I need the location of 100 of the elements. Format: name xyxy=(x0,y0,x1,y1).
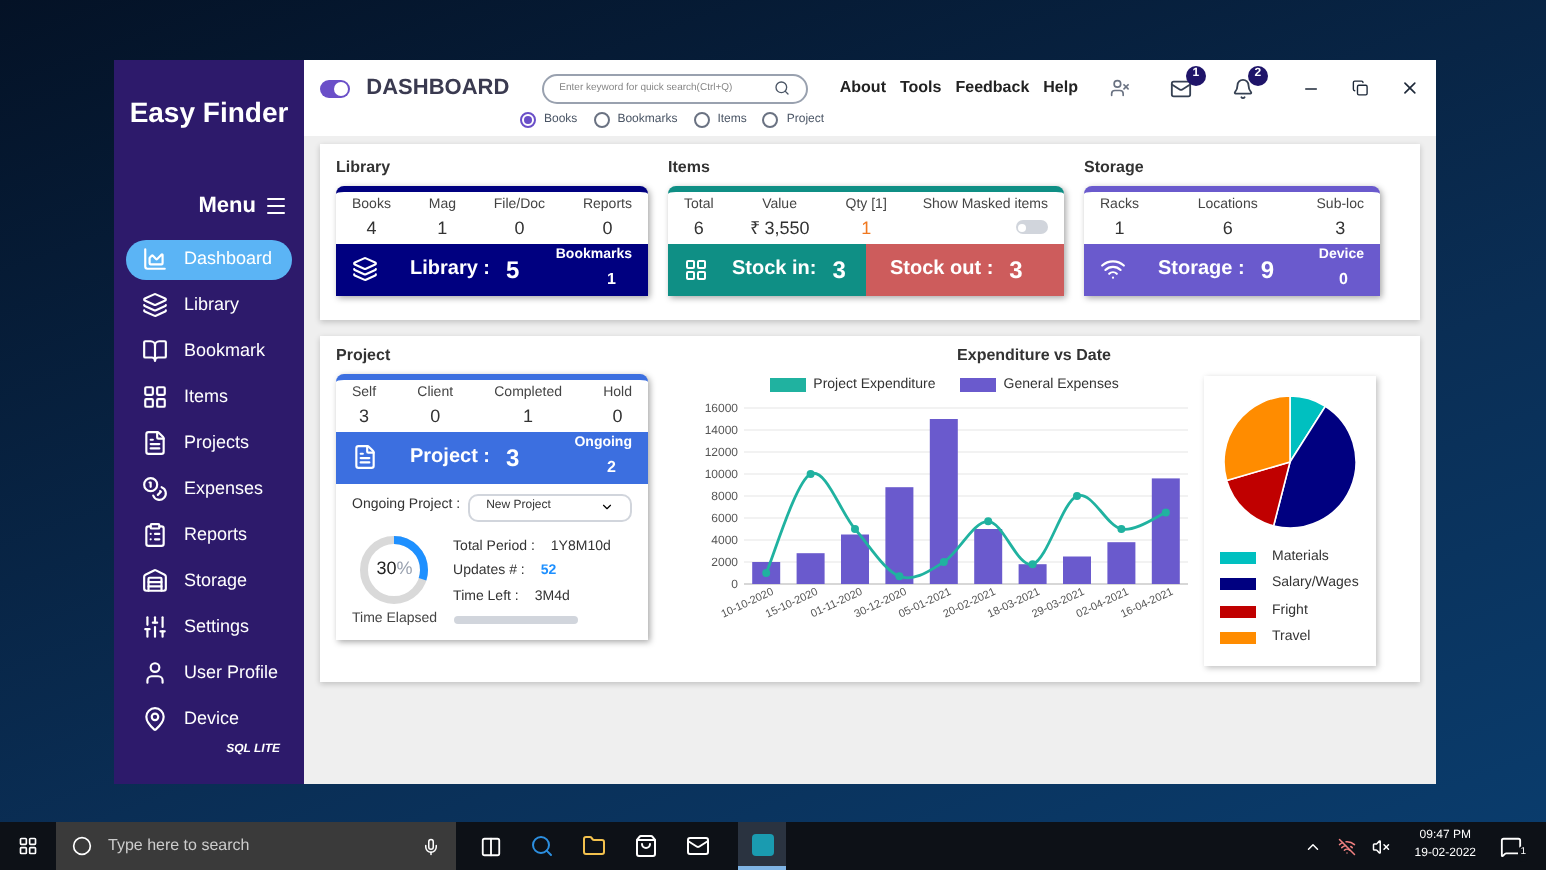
stat-value: 1 xyxy=(861,216,872,242)
stat-value: 0 xyxy=(602,216,613,242)
sidebar-item[interactable]: Device xyxy=(126,699,292,739)
line-point xyxy=(1073,492,1081,500)
summary-icon xyxy=(352,256,378,282)
sidebar-item[interactable]: Settings xyxy=(126,607,292,647)
summary-label: Storage : xyxy=(1158,256,1245,284)
menu-link[interactable]: Feedback xyxy=(955,76,1030,101)
stat-value: 0 xyxy=(612,404,623,430)
search-icon xyxy=(773,80,790,97)
card-title: Project xyxy=(336,343,393,367)
expense-bar xyxy=(796,553,825,584)
stat-value: 4 xyxy=(366,216,377,242)
radio-button[interactable] xyxy=(693,112,710,128)
coins-icon xyxy=(142,476,168,502)
items-icon xyxy=(684,257,708,281)
windows-icon xyxy=(18,836,38,856)
stat-value: 1 xyxy=(1114,216,1125,242)
user-icon xyxy=(142,660,168,686)
expense-bar xyxy=(1107,542,1136,584)
network-icon[interactable] xyxy=(1338,837,1357,855)
stat-value: 3 xyxy=(1335,216,1346,242)
taskbar-search-input[interactable]: Type here to search xyxy=(108,834,406,858)
expense-bar xyxy=(1018,564,1047,584)
summary-value: 3 xyxy=(506,441,520,475)
page-title: DASHBOARD xyxy=(366,74,510,104)
sidebar-item[interactable]: Storage xyxy=(126,561,292,601)
summary-label: Library : xyxy=(410,256,491,284)
card-title: Storage xyxy=(1084,155,1146,179)
radio-button[interactable] xyxy=(520,112,536,128)
sidebar-item[interactable]: Reports xyxy=(126,515,292,555)
app-taskbar-icon[interactable] xyxy=(738,822,786,870)
sidebar-item[interactable]: Items xyxy=(126,377,292,417)
stack-icon xyxy=(142,292,168,318)
task-view-icon[interactable] xyxy=(480,835,502,857)
expense-bar xyxy=(885,487,914,584)
radio-button[interactable] xyxy=(762,112,779,128)
line-point xyxy=(1028,560,1037,569)
app-logo: Easy Finder xyxy=(127,94,291,132)
restore-icon[interactable] xyxy=(1351,78,1369,99)
stock-value: 3 xyxy=(1009,253,1023,287)
card-title: Library xyxy=(336,155,393,179)
notifications-icon[interactable] xyxy=(1500,835,1522,857)
stock-value: 3 xyxy=(832,253,846,287)
summary-value: 9 xyxy=(1260,253,1275,287)
sliders-icon xyxy=(142,614,168,640)
card-title: Items xyxy=(668,155,712,179)
stat-value: 6 xyxy=(693,216,704,242)
menu-link[interactable]: Tools xyxy=(899,76,942,101)
expense-bar xyxy=(1151,478,1180,584)
stock-label: Stock in: xyxy=(732,256,817,284)
menu-label: Menu xyxy=(198,192,256,222)
pie-chart-drawing xyxy=(1220,391,1360,531)
location-pin-icon xyxy=(142,706,168,732)
clipboard-icon xyxy=(142,522,168,548)
book-icon xyxy=(142,338,168,364)
document-icon xyxy=(142,430,168,456)
toggle-switch[interactable] xyxy=(320,79,351,98)
summary-side-value: 2 xyxy=(607,455,618,480)
masked-items-toggle[interactable] xyxy=(1016,220,1048,234)
mail-icon[interactable] xyxy=(1169,77,1192,100)
sidebar-item[interactable]: Expenses xyxy=(126,469,292,509)
stat-value: 6 xyxy=(1222,216,1233,242)
stat-value: 0 xyxy=(430,404,441,430)
menu-link[interactable]: Help xyxy=(1043,76,1078,101)
stat-value: 0 xyxy=(514,216,525,242)
bell-icon[interactable] xyxy=(1231,77,1254,100)
microphone-icon xyxy=(422,837,440,855)
volume-muted-icon[interactable] xyxy=(1372,837,1391,855)
stock-label: Stock out : xyxy=(890,256,994,284)
radio-button[interactable] xyxy=(593,112,610,128)
summary-value: 5 xyxy=(506,253,520,287)
store-icon[interactable] xyxy=(634,834,658,858)
sidebar-item[interactable]: Library xyxy=(126,285,292,325)
menu-icon[interactable] xyxy=(264,194,288,219)
shelves-icon xyxy=(142,568,168,594)
line-point xyxy=(762,569,771,577)
progress-track xyxy=(453,616,578,624)
grid-icon xyxy=(142,384,168,410)
expense-bar xyxy=(974,529,1003,584)
line-point xyxy=(806,470,815,478)
line-point xyxy=(895,572,904,581)
chart-icon xyxy=(142,246,168,272)
expense-bar xyxy=(1063,556,1091,584)
line-point xyxy=(1161,508,1170,517)
menu-link[interactable]: About xyxy=(839,76,886,101)
summary-side-value: 0 xyxy=(1339,267,1350,292)
sidebar-item[interactable]: Projects xyxy=(126,423,292,463)
line-point xyxy=(1117,525,1126,533)
stat-value: 1 xyxy=(523,404,534,430)
line-point xyxy=(939,558,948,566)
sidebar-item[interactable]: Bookmark xyxy=(126,331,292,371)
folder-icon[interactable] xyxy=(582,834,606,858)
chevron-down-icon xyxy=(600,500,614,514)
chart-title: Expenditure vs Date xyxy=(957,343,1111,367)
sidebar-item[interactable]: User Profile xyxy=(126,653,292,693)
summary-icon xyxy=(352,444,378,470)
taskbar-search-field[interactable]: Type here to search xyxy=(56,822,456,870)
user-blocked-icon[interactable] xyxy=(1109,76,1130,101)
summary-label: Project : xyxy=(410,444,491,472)
